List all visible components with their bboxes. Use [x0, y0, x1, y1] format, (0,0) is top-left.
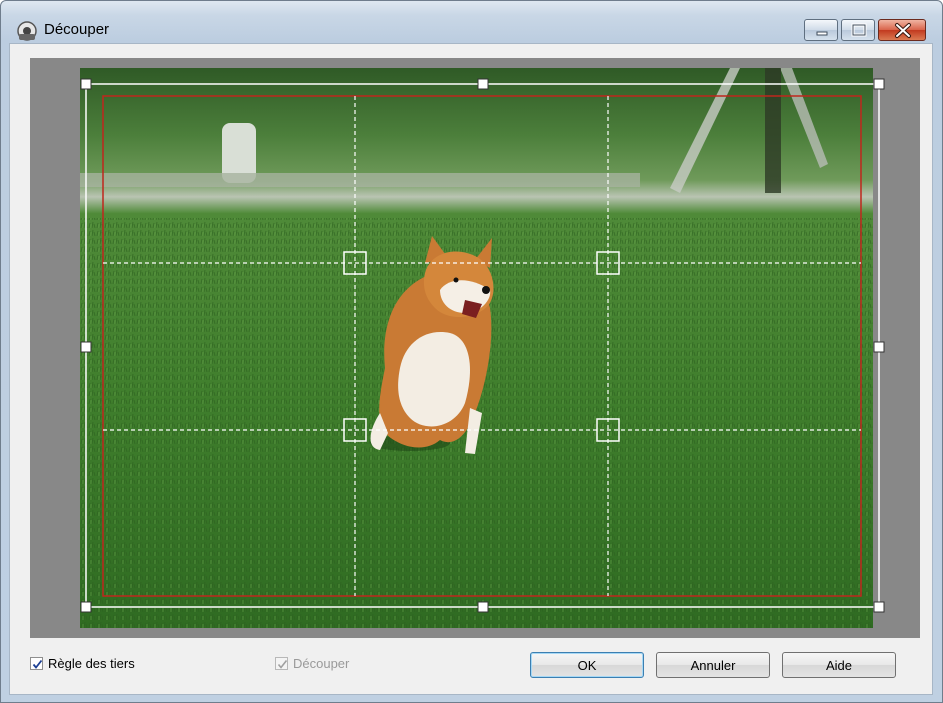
safe-area-border [102, 95, 862, 597]
minimize-icon [816, 31, 828, 36]
crop-resize-handles[interactable] [80, 78, 885, 613]
rule-of-thirds-grid [103, 96, 861, 596]
app-icon [17, 21, 37, 41]
rule-of-thirds-checkbox[interactable]: Règle des tiers [30, 656, 135, 671]
checkmark-icon [32, 659, 43, 669]
image-preview-area [30, 58, 920, 638]
close-button[interactable] [878, 19, 926, 41]
dialog-client-area: Règle des tiers Découper OK Annuler Aide [9, 43, 933, 695]
minimize-button[interactable] [804, 19, 838, 41]
grid-intersection-handles[interactable] [343, 251, 620, 442]
crop-dialog-window: Découper Règle des tiers Découper OK Ann… [0, 0, 943, 703]
window-title: Découper [44, 21, 110, 38]
crop-label: Découper [293, 656, 350, 671]
cancel-button[interactable]: Annuler [656, 652, 770, 678]
crop-overlay[interactable] [30, 58, 920, 638]
rule-of-thirds-checkbox-box[interactable] [30, 657, 43, 670]
maximize-button[interactable] [841, 19, 875, 41]
checkmark-icon [277, 660, 288, 669]
close-icon [895, 23, 911, 38]
rule-of-thirds-label: Règle des tiers [48, 656, 135, 671]
maximize-icon [851, 23, 867, 37]
ok-button[interactable]: OK [530, 652, 644, 678]
crop-frame[interactable] [85, 83, 880, 608]
crop-checkbox-box [275, 657, 288, 670]
crop-checkbox: Découper [275, 656, 349, 671]
title-bar[interactable]: Découper [1, 1, 942, 41]
help-button[interactable]: Aide [782, 652, 896, 678]
